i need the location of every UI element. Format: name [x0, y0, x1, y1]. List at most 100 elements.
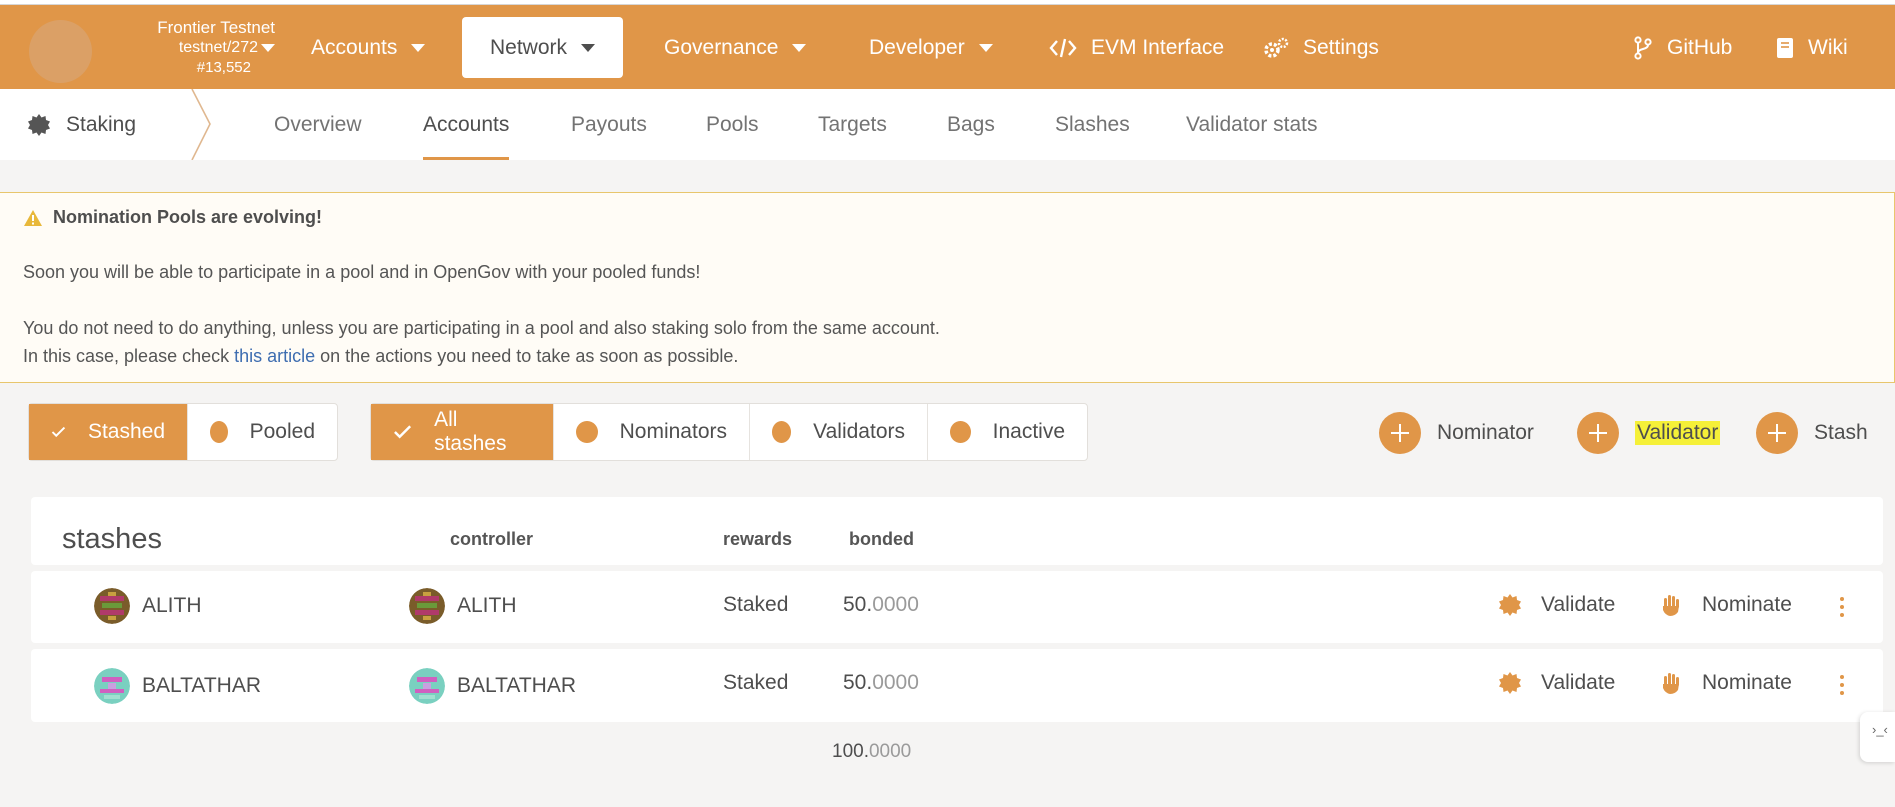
bonded-dec: 0000: [872, 671, 919, 694]
tab-pools[interactable]: Pools: [706, 89, 759, 160]
more-menu-icon[interactable]: [1839, 675, 1845, 695]
sub-navigation: Staking Overview Accounts Payouts Pools …: [0, 89, 1895, 160]
block-number: #13,552: [196, 59, 251, 76]
identicon-avatar: [409, 588, 445, 624]
bonded-int: 50.: [843, 593, 873, 616]
identicon-avatar: [409, 668, 445, 704]
filter-all-stashes-label: All stashes: [434, 408, 507, 455]
nav-settings-label: Settings: [1303, 35, 1379, 59]
plus-icon: [1756, 412, 1798, 454]
banner-line-3-post: on the actions you need to take as soon …: [315, 346, 739, 366]
warning-icon: [24, 209, 42, 226]
stash-account[interactable]: ALITH: [94, 588, 202, 624]
plus-icon: [1577, 412, 1619, 454]
radio-dot-icon: [772, 421, 792, 443]
tab-overview[interactable]: Overview: [274, 89, 362, 160]
banner-line-3: In this case, please check this article …: [23, 346, 738, 367]
book-icon: [1777, 37, 1793, 58]
nav-settings[interactable]: Settings: [1263, 17, 1379, 78]
bonded-amount: 50. 0000: [843, 593, 919, 617]
tab-payouts[interactable]: Payouts: [571, 89, 647, 160]
validate-label: Validate: [1541, 593, 1616, 616]
chevron-down-icon: [978, 43, 993, 52]
bonded-dec: 0000: [872, 593, 919, 616]
cogs-icon: [1264, 37, 1289, 58]
radio-dot-icon: [210, 421, 228, 443]
filter-inactive[interactable]: Inactive: [928, 404, 1087, 460]
chain-logo[interactable]: [29, 20, 92, 83]
filter-pooled[interactable]: Pooled: [188, 404, 337, 460]
nav-wiki[interactable]: Wiki: [1776, 17, 1848, 78]
certificate-icon: [1499, 594, 1521, 616]
certificate-icon: [28, 113, 50, 136]
radio-dot-icon: [576, 421, 598, 443]
chain-spec-row: testnet/272: [100, 38, 275, 58]
bonded-int: 50.: [843, 671, 873, 694]
check-icon: [394, 425, 412, 439]
add-validator-label: Validator: [1635, 421, 1721, 445]
section-title-label: Staking: [66, 112, 137, 136]
plus-icon: [1379, 412, 1421, 454]
filter-nominators[interactable]: Nominators: [554, 404, 750, 460]
chain-selector[interactable]: Frontier Testnet testnet/272 #13,552: [100, 18, 275, 78]
stash-role-filter: All stashes Nominators Validators Inacti…: [370, 403, 1088, 461]
nav-evm-label: EVM Interface: [1091, 35, 1225, 59]
nav-network-label: Network: [490, 35, 568, 59]
section-title: Staking: [28, 89, 136, 160]
nav-developer[interactable]: Developer: [869, 17, 993, 78]
nominate-button[interactable]: Nominate: [1660, 593, 1792, 617]
tab-targets[interactable]: Targets: [818, 89, 887, 160]
identicon-avatar: [94, 668, 130, 704]
article-link[interactable]: this article: [234, 346, 315, 366]
check-icon: [51, 426, 66, 438]
hand-paper-icon: [1663, 595, 1679, 616]
stash-account[interactable]: BALTATHAR: [94, 668, 261, 704]
filter-all-stashes[interactable]: All stashes: [371, 404, 554, 460]
stash-name: ALITH: [142, 594, 202, 617]
breadcrumb-separator: [191, 89, 211, 160]
nav-accounts[interactable]: Accounts: [311, 17, 426, 78]
console-toggle-tab[interactable]: ›_‹: [1860, 712, 1895, 762]
add-stash-label: Stash: [1814, 421, 1868, 444]
tab-accounts[interactable]: Accounts: [423, 89, 510, 160]
controller-account[interactable]: ALITH: [409, 588, 517, 624]
banner-line-3-pre: In this case, please check: [23, 346, 235, 366]
tab-validator-stats[interactable]: Validator stats: [1186, 89, 1318, 160]
chevron-down-icon: [792, 43, 807, 52]
nav-github-label: GitHub: [1667, 35, 1733, 59]
code-icon: [1049, 38, 1077, 57]
filter-stashed[interactable]: Stashed: [29, 404, 188, 460]
chevron-down-icon: [261, 44, 275, 52]
chevron-down-icon: [581, 43, 596, 52]
radio-dot-icon: [950, 421, 971, 443]
tab-slashes[interactable]: Slashes: [1055, 89, 1130, 160]
more-menu-icon[interactable]: [1839, 597, 1845, 617]
controller-account[interactable]: BALTATHAR: [409, 668, 576, 704]
validate-button[interactable]: Validate: [1499, 671, 1615, 695]
bonded-total: 100.0000: [832, 741, 911, 763]
rewards-status: Staked: [723, 593, 789, 616]
nav-wiki-label: Wiki: [1808, 35, 1848, 59]
table-title: stashes: [62, 523, 162, 555]
validate-button[interactable]: Validate: [1499, 593, 1615, 617]
tab-bags[interactable]: Bags: [947, 89, 995, 160]
add-nominator-button[interactable]: Nominator: [1379, 411, 1534, 455]
validate-label: Validate: [1541, 671, 1616, 694]
info-banner: Nomination Pools are evolving! Soon you …: [0, 192, 1895, 383]
nav-evm-interface[interactable]: EVM Interface: [1049, 17, 1224, 78]
nav-governance[interactable]: Governance: [664, 17, 807, 78]
filter-validators[interactable]: Validators: [750, 404, 928, 460]
banner-line-1: Soon you will be able to participate in …: [23, 262, 701, 282]
nominate-button[interactable]: Nominate: [1660, 671, 1792, 695]
total-int: 100.: [832, 741, 869, 762]
filter-nominators-label: Nominators: [619, 420, 727, 443]
column-rewards: rewards: [723, 529, 793, 549]
add-validator-button[interactable]: Validator: [1577, 411, 1721, 455]
nav-github[interactable]: GitHub: [1633, 17, 1732, 78]
add-stash-button[interactable]: Stash: [1756, 411, 1868, 455]
nominate-label: Nominate: [1702, 593, 1792, 616]
column-controller: controller: [450, 529, 534, 549]
nav-network[interactable]: Network: [462, 17, 624, 78]
certificate-icon: [1499, 672, 1521, 694]
chain-spec: testnet/272: [178, 39, 258, 56]
